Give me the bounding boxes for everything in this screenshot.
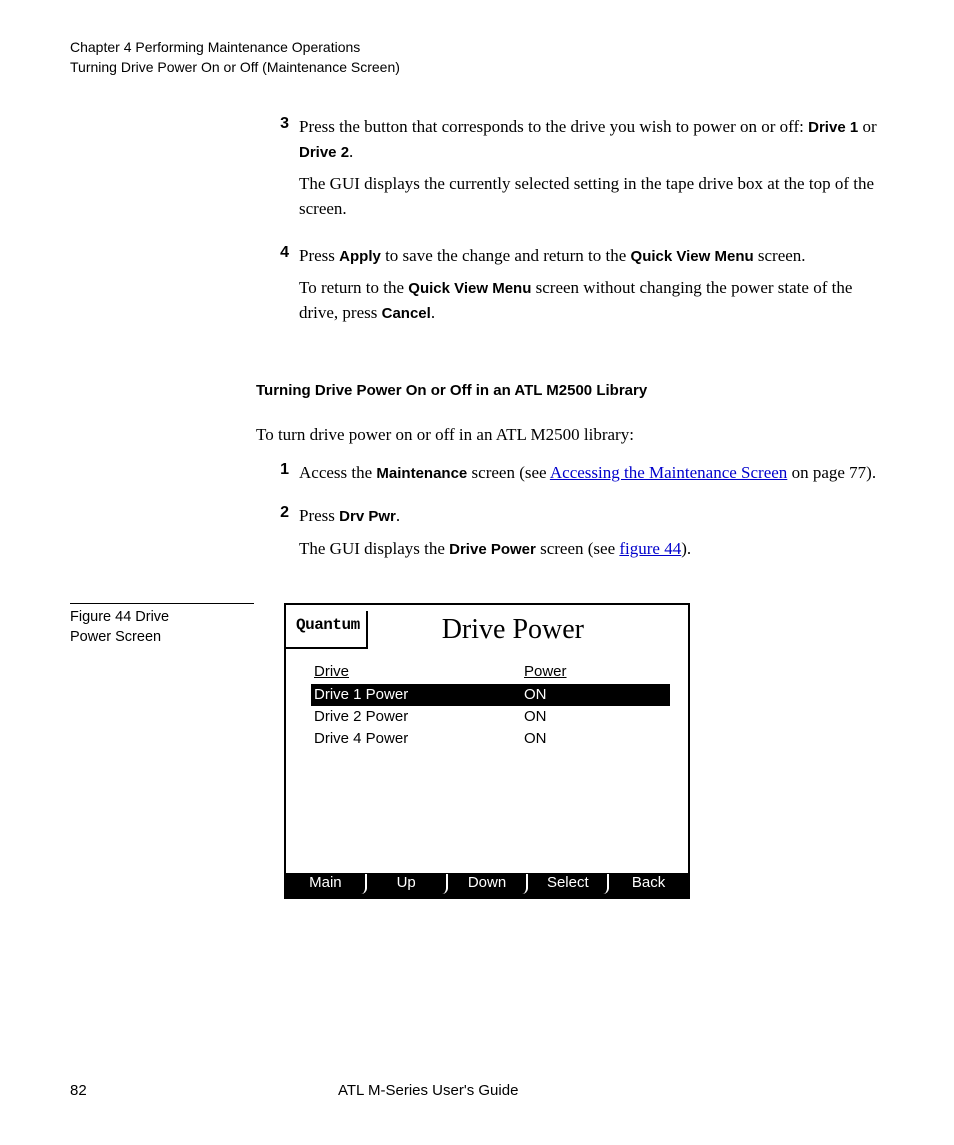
step-number: 3 [265, 115, 299, 164]
gui-power-state: ON [524, 706, 670, 728]
step-3: 3 Press the button that corresponds to t… [70, 115, 884, 164]
step-text: Access the Maintenance screen (see Acces… [299, 461, 884, 486]
gui-button-back[interactable]: Back [609, 874, 688, 894]
step-text: Press the button that corresponds to the… [299, 115, 884, 164]
gui-drive-name: Drive 1 Power [311, 684, 524, 706]
gui-button-up[interactable]: Up [367, 874, 448, 894]
step-text: Press Drv Pwr. [299, 504, 884, 529]
step-4: 4 Press Apply to save the change and ret… [70, 244, 884, 269]
gui-row[interactable]: Drive 4 PowerON [314, 728, 670, 750]
gui-row[interactable]: Drive 1 PowerON [314, 684, 670, 706]
gui-button-bar: MainUpDownSelectBack [286, 873, 688, 897]
header-section: Turning Drive Power On or Off (Maintenan… [70, 58, 884, 78]
section-heading: Turning Drive Power On or Off in an ATL … [70, 382, 884, 399]
step-3-followup: The GUI displays the currently selected … [70, 172, 884, 221]
gui-drive-power-screen: Quantum Drive Power Drive Power Drive 1 … [284, 603, 690, 899]
gui-power-state: ON [524, 728, 670, 750]
footer-title: ATL M-Series User's Guide [290, 1082, 884, 1099]
step-text: Press Apply to save the change and retur… [299, 244, 884, 269]
gui-button-select[interactable]: Select [528, 874, 609, 894]
gui-power-state: ON [524, 684, 670, 706]
gui-drive-name: Drive 2 Power [314, 706, 524, 728]
gui-drive-name: Drive 4 Power [314, 728, 524, 750]
gui-button-down[interactable]: Down [448, 874, 529, 894]
page-header: Chapter 4 Performing Maintenance Operati… [70, 38, 884, 77]
figure-caption: Figure 44 Drive Power Screen [70, 603, 254, 899]
step-number: 1 [265, 461, 299, 486]
intro-text: To turn drive power on or off in an ATL … [70, 423, 884, 448]
step-number: 2 [265, 504, 299, 529]
link-figure-44[interactable]: figure 44 [619, 539, 681, 558]
gui-title: Drive Power [368, 614, 688, 646]
step-2: 2 Press Drv Pwr. [70, 504, 884, 529]
gui-button-main[interactable]: Main [286, 874, 367, 894]
gui-col-power: Power [524, 663, 670, 680]
step-4-followup: To return to the Quick View Menu screen … [70, 276, 884, 325]
header-chapter: Chapter 4 Performing Maintenance Operati… [70, 38, 884, 58]
gui-col-drive: Drive [314, 663, 524, 680]
gui-logo: Quantum [286, 611, 368, 649]
step-1: 1 Access the Maintenance screen (see Acc… [70, 461, 884, 486]
link-accessing-maintenance[interactable]: Accessing the Maintenance Screen [550, 463, 787, 482]
page-number: 82 [70, 1082, 290, 1099]
step-2-followup: The GUI displays the Drive Power screen … [70, 537, 884, 562]
page-footer: 82 ATL M-Series User's Guide [70, 1082, 884, 1099]
gui-row[interactable]: Drive 2 PowerON [314, 706, 670, 728]
step-number: 4 [265, 244, 299, 269]
